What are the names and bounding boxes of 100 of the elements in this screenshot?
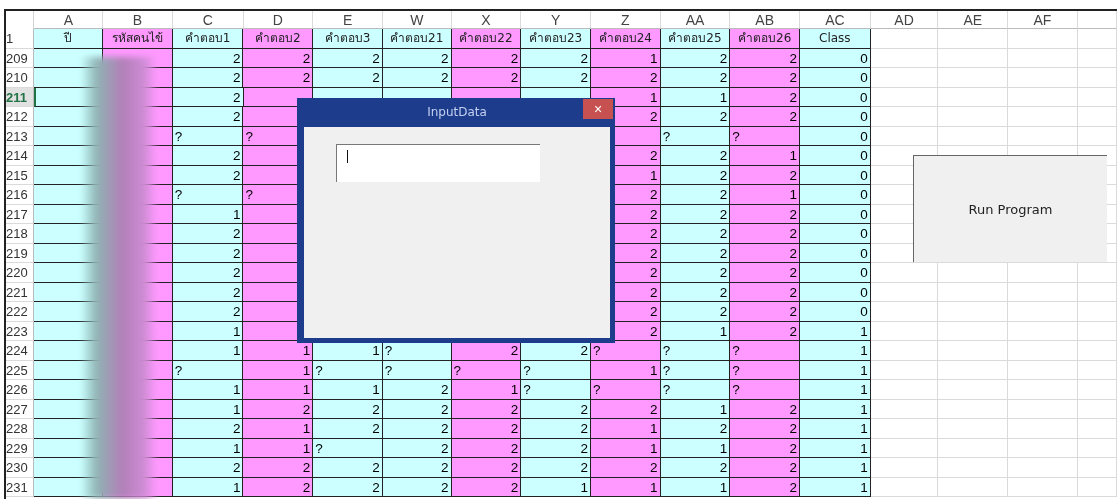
table-cell: 2 <box>590 68 661 88</box>
run-program-button[interactable]: Run Program <box>913 155 1107 262</box>
header-cell: คำตอบ2 <box>243 29 314 49</box>
table-cell: 2 <box>730 321 800 341</box>
table-cell: 2 <box>313 477 383 497</box>
table-cell <box>1008 263 1078 283</box>
header-cell: คำตอบ1 <box>172 29 244 49</box>
table-cell <box>870 68 939 88</box>
table-cell <box>1008 380 1078 400</box>
table-cell <box>1008 29 1078 49</box>
table-cell: 1 <box>521 477 591 497</box>
table-cell: 2 <box>660 107 731 127</box>
table-cell: 2 <box>243 399 314 419</box>
table-cell: 2 <box>730 458 800 478</box>
table-cell: 2 <box>243 458 314 478</box>
table-cell: 2 <box>521 48 591 68</box>
table-cell: 0 <box>800 68 871 88</box>
table-cell: 2 <box>172 224 244 244</box>
header-cell: คำตอบ25 <box>660 29 731 49</box>
table-cell: 0 <box>800 302 871 322</box>
table-cell: 1 <box>172 380 244 400</box>
table-cell <box>1008 399 1078 419</box>
table-cell: 2 <box>660 146 731 166</box>
header-cell: คำตอบ3 <box>313 29 383 49</box>
table-cell: 2 <box>660 68 731 88</box>
table-cell: 1 <box>172 341 244 361</box>
table-cell: 2 <box>172 302 244 322</box>
header-cell: คำตอบ24 <box>590 29 661 49</box>
table-cell: 2 <box>451 419 522 439</box>
table-cell: ? <box>730 380 800 400</box>
table-cell: 1 <box>800 399 871 419</box>
table-cell: 2 <box>382 458 452 478</box>
table-cell <box>1077 68 1117 88</box>
table-cell: ? <box>730 341 800 361</box>
table-cell: 2 <box>172 419 244 439</box>
table-cell <box>938 107 1009 127</box>
close-button[interactable]: × <box>583 99 613 119</box>
table-cell: 2 <box>313 458 383 478</box>
table-cell: 1 <box>800 360 871 380</box>
header-cell: คำตอบ22 <box>451 29 522 49</box>
table-cell: 2 <box>172 107 244 127</box>
table-cell: 2 <box>382 380 452 400</box>
table-cell: 2 <box>521 438 591 458</box>
table-cell: 2 <box>730 438 800 458</box>
table-cell <box>870 107 939 127</box>
table-cell <box>1077 419 1117 439</box>
table-cell: 1 <box>451 380 522 400</box>
table-cell <box>1077 341 1117 361</box>
table-cell: 2 <box>730 165 800 185</box>
table-cell: 2 <box>313 419 383 439</box>
table-cell: ? <box>730 360 800 380</box>
table-cell <box>1077 302 1117 322</box>
table-cell <box>1008 341 1078 361</box>
table-cell <box>938 282 1009 302</box>
table-cell: ? <box>660 341 731 361</box>
table-cell: 2 <box>730 204 800 224</box>
table-cell <box>938 263 1009 283</box>
table-cell: 2 <box>660 419 731 439</box>
table-cell: 2 <box>660 263 731 283</box>
header-cell: คำตอบ26 <box>730 29 800 49</box>
table-cell: ? <box>730 126 800 146</box>
table-cell <box>870 302 939 322</box>
table-cell <box>1077 107 1117 127</box>
table-cell: 2 <box>172 146 244 166</box>
table-cell: 2 <box>313 48 383 68</box>
table-cell: 2 <box>382 68 452 88</box>
table-cell <box>1008 419 1078 439</box>
table-cell: 2 <box>521 399 591 419</box>
table-cell: 2 <box>243 68 314 88</box>
table-cell: 2 <box>730 243 800 263</box>
table-cell: 1 <box>243 360 314 380</box>
table-cell <box>1008 321 1078 341</box>
table-cell: 2 <box>521 68 591 88</box>
table-cell <box>1008 107 1078 127</box>
table-cell <box>1077 458 1117 478</box>
table-cell: 1 <box>800 321 871 341</box>
table-cell: ? <box>590 341 661 361</box>
table-cell: 2 <box>730 399 800 419</box>
table-cell: ? <box>660 380 731 400</box>
table-cell <box>938 419 1009 439</box>
table-cell <box>938 87 1008 107</box>
table-cell <box>938 380 1009 400</box>
table-cell <box>938 302 1009 322</box>
table-cell <box>938 68 1009 88</box>
table-cell <box>870 263 939 283</box>
table-cell <box>1008 438 1078 458</box>
table-cell: 2 <box>172 458 244 478</box>
table-cell <box>1008 68 1078 88</box>
input-field[interactable] <box>336 144 540 182</box>
table-cell: 0 <box>800 126 871 146</box>
table-cell <box>1008 458 1078 478</box>
table-cell: 0 <box>800 204 871 224</box>
table-cell <box>1008 477 1078 497</box>
table-cell: 2 <box>172 68 244 88</box>
row-number: 211 <box>6 87 35 107</box>
table-cell <box>938 477 1009 497</box>
table-cell <box>938 29 1009 49</box>
header-cell: Class <box>800 29 871 49</box>
table-cell: 0 <box>800 243 871 263</box>
table-cell <box>870 341 939 361</box>
